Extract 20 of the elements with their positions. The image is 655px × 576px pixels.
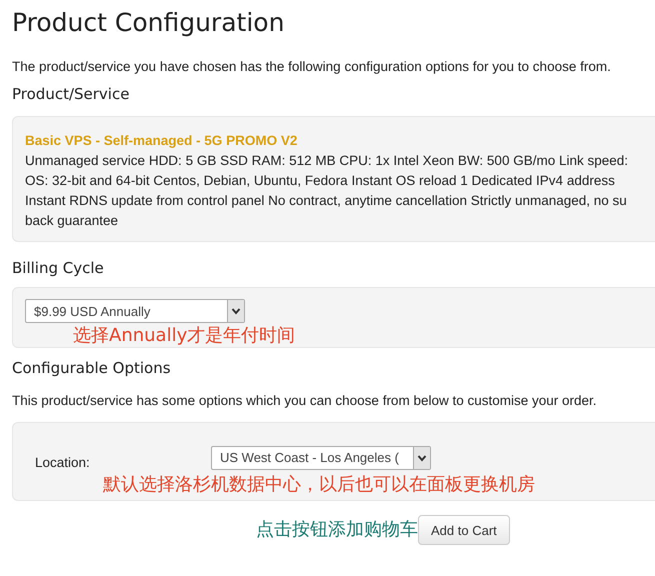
caret-icon — [413, 446, 430, 468]
annotation-text: 点击按钮添加购物车 — [256, 519, 418, 541]
annotation-text: 选择Annually才是年付时间 — [73, 325, 296, 347]
page-title: Product Configuration — [12, 7, 286, 39]
add-to-cart-button[interactable]: Add to Cart — [418, 515, 510, 545]
option-label: Location: — [35, 454, 91, 470]
section-heading: Product/Service — [12, 84, 130, 104]
product-name: Basic VPS - Self-managed - 5G PROMO V2 — [25, 132, 298, 150]
dropdown[interactable]: US West Coast - Los Angeles ( — [211, 446, 431, 470]
product-description: OS: 32-bit and 64-bit Centos, Debian, Ubuntu, Fedora Instant OS reload 1 Dedicated IPv4 address — [25, 172, 616, 190]
annotation-text: 默认选择洛杉机数据中心，以后也可以在面板更换机房 — [103, 474, 536, 496]
product-description: Unmanaged service HDD: 5 GB SSD RAM: 512 MB CPU: 1x Intel Xeon BW: 500 GB/mo Link speed: — [25, 152, 630, 170]
section-heading: Configurable Options — [12, 358, 172, 378]
options-description: This product/service has some options which you can choose from below to customise your order. — [12, 392, 598, 410]
intro-text: The product/service you have chosen has the following configuration options for you to choose from. — [12, 58, 612, 76]
section-heading: Billing Cycle — [12, 258, 105, 278]
product-description: Instant RDNS update from control panel No contract, anytime cancellation Strictly unmanaged, no su — [25, 192, 628, 210]
product-description: back guarantee — [25, 212, 120, 230]
dropdown[interactable]: $9.99 USD Annually — [25, 299, 245, 323]
caret-icon — [227, 300, 244, 322]
